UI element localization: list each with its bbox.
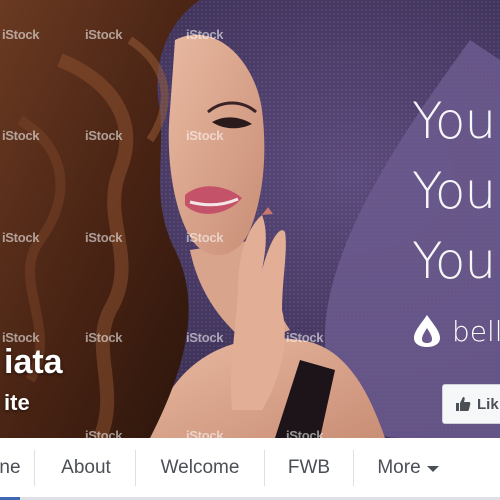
- brand-name: belli: [452, 314, 500, 348]
- tagline-line-2: You: [412, 162, 496, 220]
- tab-label: More: [377, 456, 421, 478]
- tab-more[interactable]: More: [354, 438, 462, 497]
- tab-welcome[interactable]: Welcome: [136, 438, 264, 497]
- tab-label: About: [61, 456, 111, 478]
- like-button[interactable]: Lik: [442, 384, 500, 424]
- thumbs-up-icon: [456, 397, 471, 411]
- tab-label: Welcome: [160, 456, 240, 478]
- tab-divider: [34, 450, 35, 486]
- tab-label: FWB: [287, 456, 331, 478]
- tab-label: ne: [0, 456, 21, 478]
- chevron-down-icon: [426, 465, 439, 472]
- drop-logo-icon: [414, 315, 440, 347]
- like-button-label: Lik: [477, 395, 499, 413]
- page-title[interactable]: iata: [4, 343, 63, 382]
- tagline-line-3: You: [412, 232, 496, 290]
- tab-about[interactable]: About: [36, 438, 136, 497]
- brand-lockup: belli: [412, 314, 500, 348]
- cover-photo: You You You belli Lik iata ite iStock iS…: [0, 0, 500, 438]
- tab-fwb[interactable]: FWB: [265, 438, 353, 497]
- page-category[interactable]: ite: [4, 390, 30, 416]
- tab-home[interactable]: ne: [0, 438, 22, 500]
- page-tab-bar: ne About Welcome FWB More: [0, 438, 500, 500]
- tagline-line-1: You: [412, 92, 496, 150]
